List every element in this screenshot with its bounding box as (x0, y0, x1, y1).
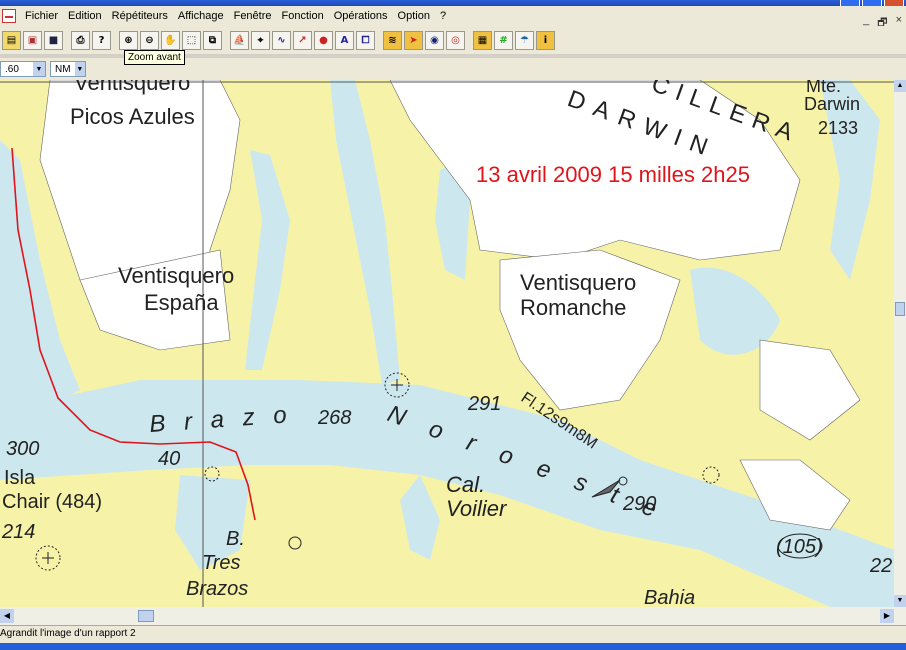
menu-repetiteurs[interactable]: Répétiteurs (107, 10, 173, 22)
depth-291: 291 (467, 393, 501, 415)
chart-view[interactable]: DARWIN CILLERA Mte. Darwin 2133 Ventisqu… (0, 80, 894, 607)
scroll-up-icon[interactable]: ▲ (894, 80, 906, 92)
layers-icon[interactable]: ⧠ (356, 30, 375, 50)
depth-22: 22 (869, 555, 892, 577)
scroll-right-icon[interactable]: ▶ (880, 609, 894, 623)
label-isla: Isla (4, 467, 36, 489)
menu-fenetre[interactable]: Fenêtre (229, 10, 277, 22)
waypoint-icon[interactable]: ⌖ (251, 30, 270, 50)
depth-290: 290 (622, 493, 656, 515)
label-v2a: Ventisquero (118, 263, 234, 288)
zoom-in-icon[interactable]: ⊕ (119, 30, 138, 50)
label-bahia: Bahia (644, 587, 695, 607)
weather-icon[interactable]: ☂ (515, 30, 534, 50)
menu-bar: Fichier Edition Répétiteurs Affichage Fe… (0, 6, 906, 29)
track-annotation: 13 avril 2009 15 milles 2h25 (476, 162, 750, 187)
label-darwin-peak: Darwin (804, 94, 860, 114)
depth-268: 268 (317, 407, 351, 429)
vertical-scroll-thumb[interactable] (895, 302, 905, 316)
scroll-down-icon[interactable]: ▼ (894, 595, 906, 607)
app-icon[interactable] (2, 9, 16, 23)
label-v1a: Ventisquero (74, 80, 190, 95)
status-text: Agrandit l'image d'un rapport 2 (0, 628, 136, 639)
info-icon[interactable]: i (536, 30, 555, 50)
menu-help[interactable]: ? (435, 10, 451, 22)
horizontal-scroll-thumb[interactable] (138, 610, 154, 622)
chevron-down-icon[interactable]: ▼ (74, 62, 85, 76)
unit-value: NM (55, 63, 71, 75)
depth-300: 300 (6, 438, 39, 460)
text-icon[interactable]: A (335, 30, 354, 50)
horizontal-scrollbar[interactable]: ◀ ▶ (0, 607, 906, 625)
chevron-down-icon[interactable]: ▼ (33, 62, 45, 76)
tide-icon[interactable]: ≋ (383, 30, 402, 50)
grid-icon[interactable]: # (494, 30, 513, 50)
lifebuoy-icon[interactable]: ◎ (446, 30, 465, 50)
label-v3b: Romanche (520, 295, 626, 320)
menu-affichage[interactable]: Affichage (173, 10, 229, 22)
save-icon[interactable]: ■ (44, 30, 63, 50)
label-tres: Tres (202, 552, 241, 574)
current-icon[interactable]: ➤ (404, 30, 423, 50)
menu-fichier[interactable]: Fichier (20, 10, 63, 22)
compass-icon[interactable]: ◉ (425, 30, 444, 50)
track-icon[interactable]: ↗ (293, 30, 312, 50)
nautical-chart[interactable]: DARWIN CILLERA Mte. Darwin 2133 Ventisqu… (0, 80, 894, 607)
label-b: B. (226, 528, 245, 550)
chart-icon[interactable]: ▦ (473, 30, 492, 50)
scroll-left-icon[interactable]: ◀ (0, 609, 14, 623)
select-rect-icon[interactable]: ⬚ (182, 30, 201, 50)
print-setup-icon[interactable]: ▣ (23, 30, 42, 50)
tooltip: Zoom avant (124, 50, 185, 65)
vertical-scrollbar[interactable]: ▲ ▼ (894, 80, 906, 607)
pan-hand-icon[interactable]: ✋ (161, 30, 180, 50)
mark-icon[interactable]: ● (314, 30, 333, 50)
depth-214: 214 (1, 521, 35, 543)
boat-icon[interactable]: ⛵ (230, 30, 249, 50)
unit-combo[interactable]: NM ▼ (50, 61, 86, 77)
status-bar: Agrandit l'image d'un rapport 2 (0, 625, 906, 643)
label-v1b: Picos Azules (70, 104, 195, 129)
taskbar (0, 643, 906, 650)
print-icon[interactable]: ⎙ (71, 30, 90, 50)
open-icon[interactable]: ▤ (2, 30, 21, 50)
label-chair: Chair (484) (2, 491, 102, 513)
scale-value: .60 (5, 63, 19, 75)
label-brazos: Brazos (186, 578, 248, 600)
scale-combo[interactable]: .60 ▼ (0, 61, 46, 77)
zoom-out-icon[interactable]: ⊖ (140, 30, 159, 50)
label-cal: Cal. (446, 472, 485, 497)
copy-region-icon[interactable]: ⧉ (203, 30, 222, 50)
depth-105: (105) (776, 536, 823, 558)
label-peak-height: 2133 (818, 118, 858, 138)
label-v3a: Ventisquero (520, 270, 636, 295)
label-voilier: Voilier (446, 496, 508, 521)
depth-40: 40 (158, 448, 180, 470)
label-v2b: España (144, 290, 219, 315)
route-icon[interactable]: ∿ (272, 30, 291, 50)
menu-fonction[interactable]: Fonction (277, 10, 329, 22)
help-icon[interactable]: ? (92, 30, 111, 50)
menu-option[interactable]: Option (393, 10, 435, 22)
menu-edition[interactable]: Edition (63, 10, 107, 22)
menu-operations[interactable]: Opérations (329, 10, 393, 22)
